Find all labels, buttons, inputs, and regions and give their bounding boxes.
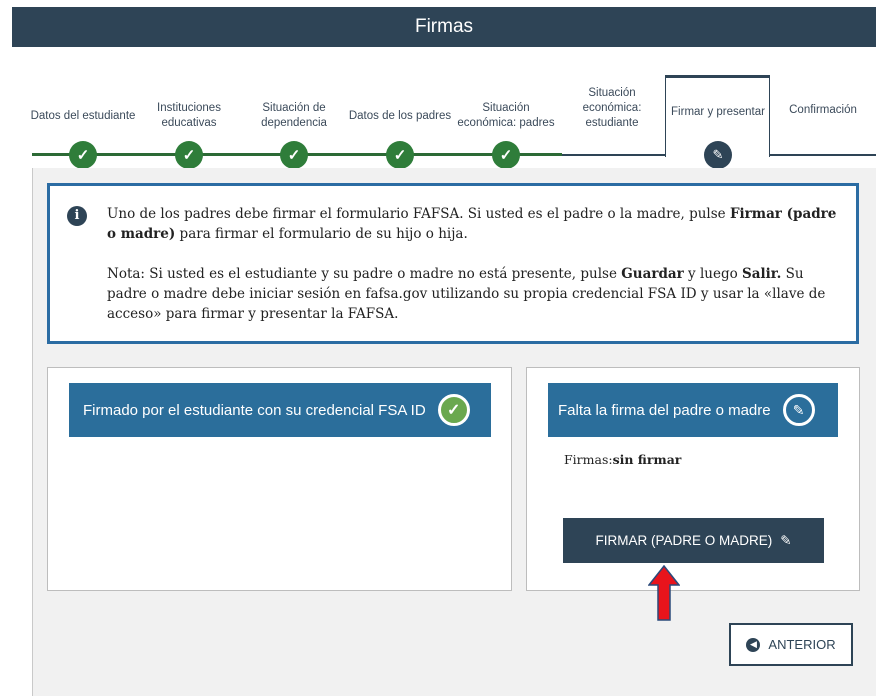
step-label: Situación económica: padres [457, 102, 555, 129]
back-label: ANTERIOR [768, 637, 836, 652]
step-label: Datos de los padres [348, 109, 452, 122]
step-economica-estudiante[interactable]: Situación económica: estudiante [559, 84, 665, 132]
signature-status: Firmas:sin firmar [564, 452, 682, 467]
progress-line-rest [562, 154, 665, 156]
student-signature-header: Firmado por el estudiante con su credenc… [69, 383, 491, 437]
check-icon: ✓ [175, 141, 203, 169]
page-title: Firmas [12, 7, 876, 47]
check-icon: ✓ [386, 141, 414, 169]
student-signature-heading: Firmado por el estudiante con su credenc… [83, 401, 426, 419]
step-label: Situación económica: estudiante [582, 86, 642, 129]
info-alert: i Uno de los padres debe firmar el formu… [47, 183, 859, 344]
info-paragraph-2: Nota: Si usted es el estudiante y su pad… [107, 266, 826, 322]
parent-signature-heading: Falta la firma del padre o madre [558, 401, 771, 419]
step-instituciones[interactable]: Instituciones educativas [136, 92, 242, 140]
pencil-icon: ✎ [782, 394, 815, 426]
step-dependencia[interactable]: Situación de dependencia [241, 92, 347, 140]
step-firmar-presentar[interactable]: Firmar y presentar [665, 88, 771, 136]
step-datos-padres[interactable]: Datos de los padres [347, 92, 453, 140]
step-label: Situación de dependencia [261, 102, 327, 129]
info-icon: i [67, 206, 87, 226]
step-economica-padres[interactable]: Situación económica: padres [453, 92, 559, 140]
chevron-left-icon: ◀ [746, 637, 761, 652]
step-confirmacion[interactable]: Confirmación [770, 86, 876, 134]
student-signature-card: Firmado por el estudiante con su credenc… [47, 367, 512, 591]
check-icon: ✓ [280, 141, 308, 169]
check-icon: ✓ [492, 141, 520, 169]
back-button[interactable]: ◀ ANTERIOR [729, 623, 853, 666]
step-label: Confirmación [789, 103, 857, 116]
step-label: Firmar y presentar [671, 105, 765, 118]
check-icon: ✓ [69, 141, 97, 169]
info-paragraph-1: Uno de los padres debe firmar el formula… [107, 206, 837, 242]
sign-parent-label: FIRMAR (PADRE O MADRE) [595, 533, 773, 548]
step-label: Instituciones educativas [157, 102, 221, 129]
check-icon: ✓ [437, 394, 470, 426]
progress-line-rest-2 [770, 154, 876, 156]
parent-signature-header: Falta la firma del padre o madre ✎ [548, 383, 838, 437]
pencil-icon: ✎ [704, 141, 732, 169]
sign-parent-button[interactable]: FIRMAR (PADRE O MADRE) ✎ [563, 518, 824, 563]
red-arrow-annotation [648, 565, 680, 621]
pencil-icon: ✎ [780, 532, 792, 548]
step-datos-estudiante[interactable]: Datos del estudiante [30, 92, 136, 140]
step-label: Datos del estudiante [30, 109, 136, 122]
